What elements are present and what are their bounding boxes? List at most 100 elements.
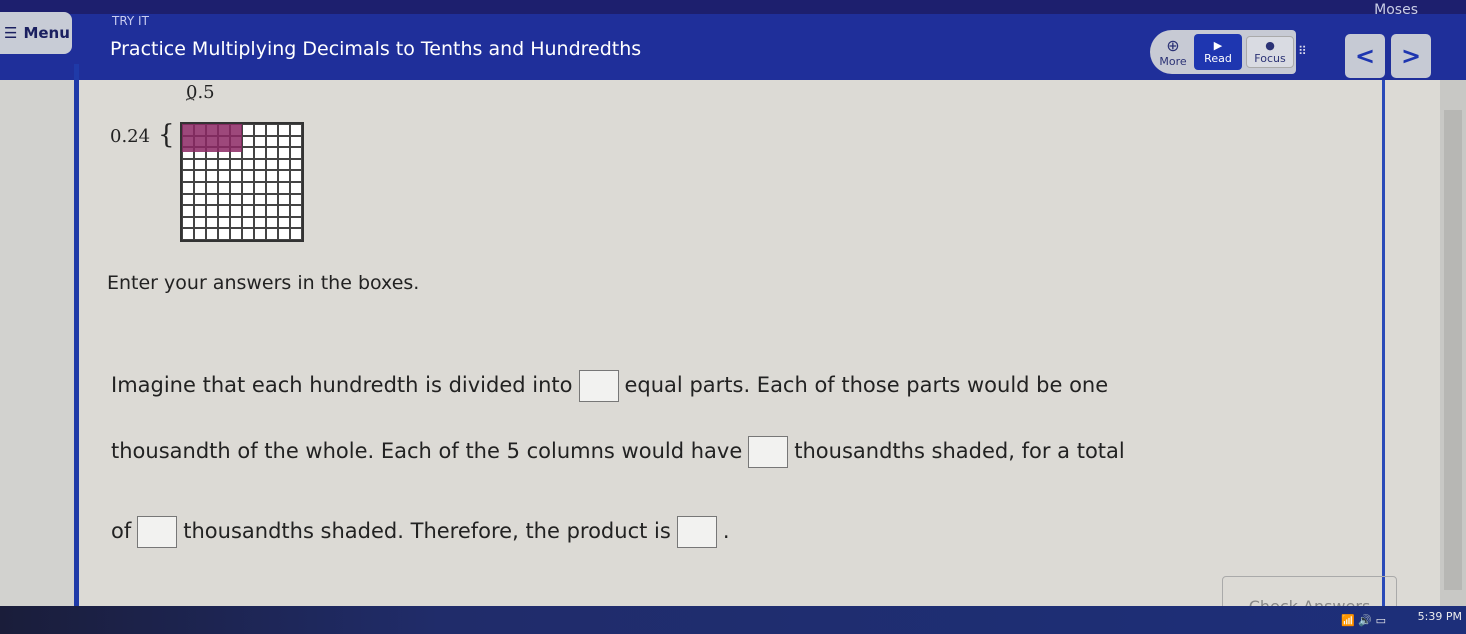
apps-grid-icon[interactable]: ⠿ bbox=[1298, 44, 1307, 58]
grid-cell bbox=[206, 205, 218, 217]
grid-cell bbox=[242, 158, 254, 171]
grid-cell bbox=[254, 158, 266, 171]
grid-cell bbox=[290, 228, 302, 240]
grid-cell bbox=[254, 228, 266, 240]
more-label: More bbox=[1159, 55, 1187, 68]
grid-cell bbox=[206, 228, 218, 240]
text: thousandth of the whole. Each of the 5 c… bbox=[111, 439, 743, 463]
text: Imagine that each hundredth is divided i… bbox=[111, 373, 573, 397]
text: of bbox=[111, 519, 132, 543]
answer-box-4[interactable] bbox=[676, 516, 717, 548]
grid-cell bbox=[266, 182, 278, 194]
grid-cell bbox=[182, 170, 194, 182]
grid-cell bbox=[182, 216, 194, 229]
eye-icon: ● bbox=[1265, 39, 1275, 52]
grid-cell bbox=[230, 193, 242, 206]
grid-cell bbox=[194, 216, 206, 229]
grid-cell bbox=[290, 147, 302, 159]
grid-cell bbox=[278, 228, 290, 240]
grid-cell bbox=[182, 193, 194, 206]
grid-cell bbox=[254, 147, 266, 159]
question-line-2: thousandth of the whole. Each of the 5 c… bbox=[111, 436, 1125, 468]
grid-cell bbox=[206, 216, 218, 229]
eyebrow: TRY IT bbox=[112, 14, 149, 28]
grid-cell bbox=[242, 170, 254, 182]
top-bar: Moses ☰ Menu TRY IT Practice Multiplying … bbox=[0, 0, 1466, 80]
grid-cell bbox=[254, 170, 266, 182]
scrollbar[interactable] bbox=[1440, 80, 1466, 610]
grid-cell bbox=[278, 182, 290, 194]
grid-cell bbox=[266, 216, 278, 229]
grid-cell bbox=[266, 193, 278, 206]
grid-cell bbox=[206, 158, 218, 171]
grid-cell bbox=[218, 158, 230, 171]
text: . bbox=[722, 519, 730, 543]
grid-cell bbox=[290, 205, 302, 217]
grid-cell bbox=[230, 158, 242, 171]
grid-cell bbox=[230, 182, 242, 194]
grid-cell bbox=[278, 147, 290, 159]
top-brace: ⏞ bbox=[186, 98, 195, 114]
left-margin bbox=[0, 80, 74, 610]
instructions: Enter your answers in the boxes. bbox=[107, 272, 420, 294]
divider bbox=[74, 64, 79, 610]
grid-cell bbox=[290, 170, 302, 182]
grid-cell bbox=[194, 158, 206, 171]
grid-cell bbox=[194, 205, 206, 217]
next-button[interactable]: > bbox=[1391, 34, 1431, 78]
grid-cell bbox=[290, 124, 302, 136]
answer-box-3[interactable] bbox=[137, 516, 178, 548]
grid-cell bbox=[278, 193, 290, 206]
shaded-region bbox=[182, 124, 242, 152]
clock: 5:39 PM bbox=[1417, 610, 1462, 623]
grid-cell bbox=[206, 182, 218, 194]
focus-label: Focus bbox=[1254, 52, 1286, 65]
grid-cell bbox=[242, 147, 254, 159]
focus-button[interactable]: ● Focus bbox=[1246, 36, 1294, 68]
grid-cell bbox=[278, 158, 290, 171]
grid-cell bbox=[242, 124, 254, 136]
grid-cell bbox=[230, 216, 242, 229]
grid-cell bbox=[254, 135, 266, 148]
grid-cell bbox=[290, 193, 302, 206]
grid-cell bbox=[254, 205, 266, 217]
grid-cell bbox=[266, 158, 278, 171]
grid-cell bbox=[230, 170, 242, 182]
answer-box-1[interactable] bbox=[578, 370, 619, 402]
text: thousandths shaded, for a total bbox=[794, 439, 1125, 463]
grid-cell bbox=[206, 193, 218, 206]
grid-cell bbox=[242, 135, 254, 148]
grid-cell bbox=[254, 216, 266, 229]
plus-icon: ⊕ bbox=[1166, 36, 1180, 55]
grid-cell bbox=[242, 216, 254, 229]
grid-cell bbox=[266, 228, 278, 240]
menu-button[interactable]: ☰ Menu bbox=[0, 12, 72, 54]
text: equal parts. Each of those parts would b… bbox=[624, 373, 1109, 397]
grid-cell bbox=[182, 228, 194, 240]
grid-cell bbox=[194, 193, 206, 206]
grid-cell bbox=[266, 135, 278, 148]
grid-cell bbox=[242, 205, 254, 217]
answer-box-2[interactable] bbox=[748, 436, 789, 468]
prev-button[interactable]: < bbox=[1345, 34, 1385, 78]
more-button[interactable]: ⊕ More bbox=[1156, 36, 1190, 68]
grid-cell bbox=[290, 158, 302, 171]
scrollbar-thumb[interactable] bbox=[1444, 110, 1462, 590]
grid-cell bbox=[254, 182, 266, 194]
grid-cell bbox=[194, 170, 206, 182]
grid-cell bbox=[218, 182, 230, 194]
user-name: Moses bbox=[1374, 2, 1418, 18]
grid-cell bbox=[254, 124, 266, 136]
hamburger-icon: ☰ bbox=[4, 24, 18, 42]
grid-cell bbox=[206, 170, 218, 182]
read-label: Read bbox=[1204, 52, 1232, 65]
tray-icons[interactable]: 📶 🔊 ▭ bbox=[1341, 614, 1386, 627]
read-button[interactable]: ▶ Read bbox=[1194, 34, 1242, 70]
taskbar: 📶 🔊 ▭ 5:39 PM bbox=[0, 606, 1466, 634]
grid-cell bbox=[290, 135, 302, 148]
grid-cell bbox=[290, 216, 302, 229]
grid-cell bbox=[182, 182, 194, 194]
grid-cell bbox=[278, 170, 290, 182]
grid-cell bbox=[218, 205, 230, 217]
grid-cell bbox=[182, 205, 194, 217]
